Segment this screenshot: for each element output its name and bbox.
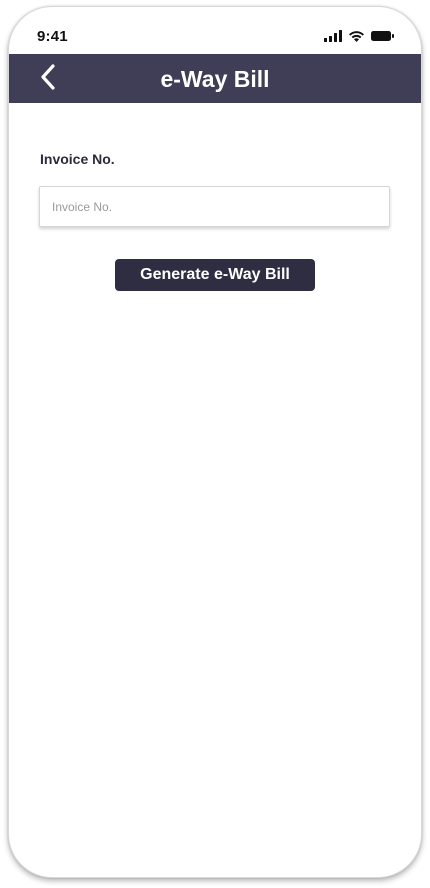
wifi-icon [348,29,365,47]
generate-eway-bill-button[interactable]: Generate e-Way Bill [115,259,315,291]
invoice-number-input[interactable] [39,186,390,227]
invoice-label: Invoice No. [40,151,115,167]
signal-icon [324,29,342,47]
page-title: e-Way Bill [160,66,270,92]
battery-icon [371,29,395,47]
status-bar: 9:41 [9,7,421,54]
app-header: e-Way Bill [9,54,421,103]
phone-screen: 9:41 e-Way Bill Invoice No. Invoice No. … [8,6,422,878]
status-time: 9:41 [37,28,68,45]
status-icons [324,29,395,47]
